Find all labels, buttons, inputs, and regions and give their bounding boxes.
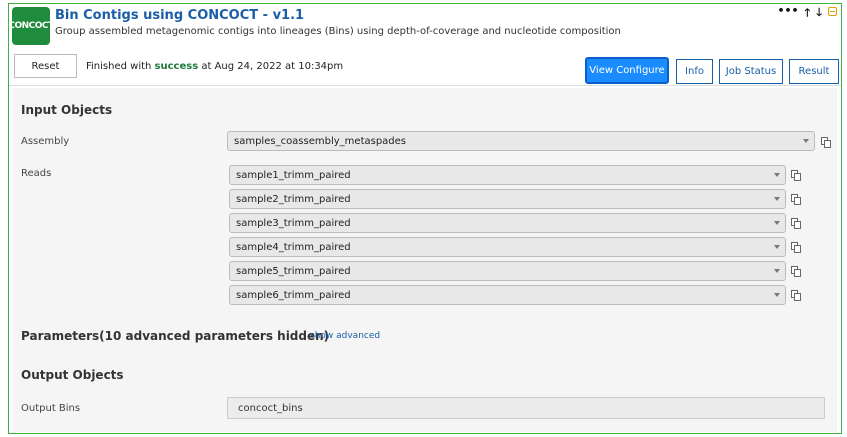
- input-objects-title: Input Objects: [21, 103, 113, 117]
- app-body: Input Objects Assembly samples_coassembl…: [13, 88, 837, 432]
- app-cell: CONCOCT Bin Contigs using CONCOCT - v1.1…: [8, 3, 842, 434]
- output-objects-title: Output Objects: [21, 368, 124, 382]
- header-controls: ••• 🡑 🡓: [777, 4, 837, 23]
- dropdown-caret-icon: [803, 139, 809, 143]
- app-subtitle: Group assembled metagenomic contigs into…: [55, 26, 621, 37]
- assembly-label: Assembly: [21, 136, 70, 147]
- app-logo: CONCOCT: [8, 7, 54, 45]
- toolbar: Reset Finished with success at Aug 24, 2…: [9, 50, 841, 86]
- reads-value: sample1_trimm_paired: [236, 169, 351, 181]
- output-bins-field[interactable]: concoct_bins: [227, 397, 825, 419]
- job-status-button[interactable]: Job Status: [719, 59, 783, 84]
- reads-select-4[interactable]: sample4_trimm_paired: [229, 237, 786, 257]
- reads-value: sample3_trimm_paired: [236, 217, 351, 229]
- reads-select-2[interactable]: sample2_trimm_paired: [229, 189, 786, 209]
- copy-icon[interactable]: [791, 266, 801, 277]
- app-title: Bin Contigs using CONCOCT - v1.1: [55, 8, 305, 23]
- move-down-icon[interactable]: 🡓: [816, 4, 822, 23]
- copy-icon[interactable]: [821, 137, 831, 148]
- copy-icon[interactable]: [791, 218, 801, 229]
- status-word: success: [154, 61, 199, 72]
- reads-select-6[interactable]: sample6_trimm_paired: [229, 285, 786, 305]
- reads-select-5[interactable]: sample5_trimm_paired: [229, 261, 786, 281]
- copy-icon[interactable]: [791, 242, 801, 253]
- parameters-title: Parameters(10 advanced parameters hidden…: [21, 329, 330, 343]
- reads-value: sample6_trimm_paired: [236, 289, 351, 301]
- dropdown-caret-icon: [774, 197, 780, 201]
- app-header: CONCOCT Bin Contigs using CONCOCT - v1.1…: [8, 4, 841, 46]
- dropdown-caret-icon: [774, 269, 780, 273]
- move-up-icon[interactable]: 🡑: [805, 4, 811, 23]
- status-prefix: Finished with: [86, 61, 155, 72]
- reads-label: Reads: [21, 168, 52, 179]
- copy-icon[interactable]: [791, 290, 801, 301]
- output-bins-value: concoct_bins: [238, 402, 303, 414]
- collapse-icon[interactable]: [828, 7, 837, 16]
- copy-icon[interactable]: [791, 194, 801, 205]
- result-button[interactable]: Result: [789, 59, 839, 84]
- dropdown-caret-icon: [774, 245, 780, 249]
- dropdown-caret-icon: [774, 293, 780, 297]
- reads-value: sample5_trimm_paired: [236, 265, 351, 277]
- dropdown-caret-icon: [774, 173, 780, 177]
- show-advanced-link[interactable]: show advanced: [310, 331, 380, 341]
- assembly-select[interactable]: samples_coassembly_metaspades: [227, 131, 815, 151]
- reset-button[interactable]: Reset: [14, 54, 77, 78]
- reads-value: sample4_trimm_paired: [236, 241, 351, 253]
- reads-select-1[interactable]: sample1_trimm_paired: [229, 165, 786, 185]
- dropdown-caret-icon: [774, 221, 780, 225]
- assembly-value: samples_coassembly_metaspades: [234, 135, 407, 147]
- reads-select-3[interactable]: sample3_trimm_paired: [229, 213, 786, 233]
- info-button[interactable]: Info: [676, 59, 713, 84]
- copy-icon[interactable]: [791, 170, 801, 181]
- status-suffix: at Aug 24, 2022 at 10:34pm: [198, 61, 344, 72]
- view-configure-button[interactable]: View Configure: [585, 57, 669, 84]
- more-options-icon[interactable]: •••: [777, 4, 798, 23]
- job-status-text: Finished with success at Aug 24, 2022 at…: [86, 61, 343, 72]
- output-bins-label: Output Bins: [21, 403, 81, 414]
- reads-value: sample2_trimm_paired: [236, 193, 351, 205]
